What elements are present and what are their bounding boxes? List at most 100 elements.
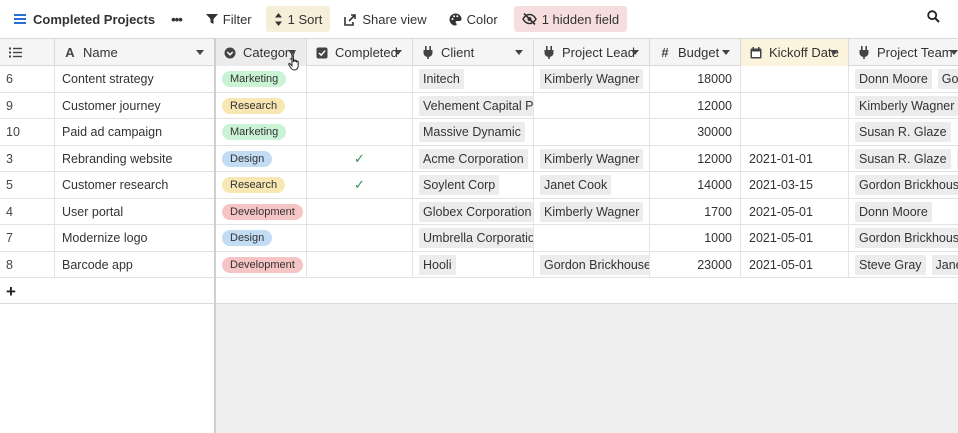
table-row[interactable]: 10 Paid ad campaign Marketing Massive Dynam… (0, 119, 958, 146)
search-button[interactable] (927, 10, 940, 26)
project-team-cell[interactable]: Steve GrayJanet C (849, 252, 958, 278)
client-link[interactable]: Hooli (419, 254, 456, 275)
kickoff-date-cell[interactable] (741, 66, 849, 92)
client-link[interactable]: Acme Corporation (419, 148, 528, 169)
budget-cell[interactable]: 30000 (650, 119, 741, 145)
view-switcher[interactable]: Completed Projects (0, 6, 163, 32)
project-lead-cell[interactable]: Kimberly Wagner (534, 145, 650, 172)
project-lead-cell[interactable]: Gordon Brickhouse (534, 251, 650, 278)
budget-cell[interactable]: 1700 (650, 198, 741, 225)
team-member-link[interactable]: Susan R. Glaze (855, 122, 951, 142)
column-header-budget[interactable]: # Budget (650, 39, 741, 66)
name-cell[interactable]: Content strategy (55, 66, 215, 92)
client-link[interactable]: Initech (419, 69, 464, 89)
client-link[interactable]: Vehement Capital Pa... (419, 95, 533, 116)
team-member-link[interactable]: Susan R. Glaze (855, 148, 951, 169)
name-cell[interactable]: Customer research (55, 172, 215, 198)
category-cell[interactable]: Research (215, 92, 307, 119)
chevron-down-icon[interactable] (515, 50, 523, 55)
client-cell[interactable]: Initech (413, 66, 534, 92)
filter-button[interactable]: Filter (198, 6, 260, 32)
column-header-id[interactable] (0, 39, 55, 66)
category-cell[interactable]: Marketing (215, 119, 307, 145)
name-cell[interactable]: Customer journey (55, 92, 215, 119)
client-cell[interactable]: Globex Corporation (413, 198, 534, 225)
hidden-fields-button[interactable]: 1 hidden field (513, 6, 628, 32)
project-lead-cell[interactable]: Kimberly Wagner (534, 198, 650, 225)
name-cell[interactable]: Paid ad campaign (55, 119, 215, 145)
completed-checkbox[interactable] (307, 225, 413, 251)
kickoff-date-cell[interactable]: 2021-01-01 (741, 145, 849, 172)
project-lead-link[interactable]: Kimberly Wagner (540, 69, 644, 89)
name-cell[interactable]: User portal (55, 198, 215, 225)
team-member-link[interactable]: Gord (937, 69, 958, 89)
sort-button[interactable]: 1 Sort (265, 6, 331, 32)
project-team-cell[interactable]: Donn MooreGord (849, 66, 958, 92)
completed-checkbox[interactable] (307, 119, 413, 145)
category-cell[interactable]: Research (215, 172, 307, 198)
add-row-button[interactable]: + (6, 282, 16, 302)
column-header-lead[interactable]: Project Lead (534, 39, 650, 66)
category-cell[interactable]: Design (215, 145, 307, 172)
client-cell[interactable]: Vehement Capital Pa... (413, 92, 534, 119)
completed-checkbox[interactable] (307, 92, 413, 119)
budget-cell[interactable]: 1000 (650, 225, 741, 251)
color-button[interactable]: Color (441, 6, 506, 32)
budget-cell[interactable]: 12000 (650, 145, 741, 172)
name-cell[interactable]: Modernize logo (55, 225, 215, 251)
team-member-link[interactable]: Gordon Brickhouse (855, 228, 958, 248)
kickoff-date-cell[interactable]: 2021-05-01 (741, 251, 849, 278)
completed-checkbox[interactable] (307, 198, 413, 225)
team-member-link[interactable]: Donn Moore (855, 201, 932, 222)
project-team-cell[interactable]: Gordon Brickhouse (849, 172, 958, 198)
completed-checkbox[interactable] (307, 66, 413, 92)
client-cell[interactable]: Hooli (413, 251, 534, 278)
column-header-kickoff[interactable]: Kickoff Date (741, 39, 849, 66)
kickoff-date-cell[interactable]: 2021-05-01 (741, 225, 849, 251)
table-row[interactable]: 7 Modernize logo Design Umbrella Corporatio… (0, 225, 958, 252)
budget-cell[interactable]: 23000 (650, 251, 741, 278)
name-cell[interactable]: Rebranding website (55, 145, 215, 172)
client-cell[interactable]: Acme Corporation (413, 145, 534, 172)
project-team-cell[interactable]: Susan R. GlazeGo (849, 146, 958, 172)
project-lead-link[interactable]: Gordon Brickhouse (540, 254, 649, 275)
project-lead-cell[interactable] (534, 119, 650, 145)
column-header-client[interactable]: Client (413, 39, 534, 66)
client-link[interactable]: Globex Corporation (419, 201, 533, 222)
completed-checkbox[interactable] (307, 251, 413, 278)
table-row[interactable]: 3 Rebranding website Design ✓ Acme Corporati… (0, 145, 958, 172)
project-lead-cell[interactable] (534, 92, 650, 119)
table-row[interactable]: 6 Content strategy Marketing Initech Kimberl… (0, 66, 958, 93)
completed-checkbox[interactable]: ✓ (307, 145, 413, 172)
kickoff-date-cell[interactable]: 2021-03-15 (741, 172, 849, 198)
team-member-link[interactable]: Kimberly Wagner (855, 95, 958, 116)
budget-cell[interactable]: 18000 (650, 66, 741, 92)
project-team-cell[interactable]: Gordon Brickhouse (849, 225, 958, 251)
project-lead-link[interactable]: Kimberly Wagner (540, 148, 644, 169)
column-header-team[interactable]: Project Team (849, 39, 958, 66)
team-member-link[interactable]: Gordon Brickhouse (855, 175, 958, 195)
share-view-button[interactable]: Share view (336, 6, 434, 32)
chevron-down-icon[interactable] (196, 50, 204, 55)
project-team-cell[interactable]: Susan R. Glaze (849, 119, 958, 145)
project-lead-cell[interactable]: Janet Cook (534, 172, 650, 198)
kickoff-date-cell[interactable] (741, 92, 849, 119)
chevron-down-icon[interactable] (950, 50, 958, 55)
kickoff-date-cell[interactable]: 2021-05-01 (741, 198, 849, 225)
team-member-link[interactable]: Steve Gray (855, 254, 926, 275)
client-cell[interactable]: Soylent Corp (413, 172, 534, 198)
table-row[interactable]: 4 User portal Development Globex Corporatio… (0, 198, 958, 225)
table-row[interactable]: 5 Customer research Research ✓ Soylent Corp J… (0, 172, 958, 199)
table-row[interactable]: 8 Barcode app Development Hooli Gordon Brick… (0, 251, 958, 278)
budget-cell[interactable]: 14000 (650, 172, 741, 198)
table-row[interactable]: 9 Customer journey Research Vehement Capita… (0, 92, 958, 119)
chevron-down-icon[interactable] (830, 50, 838, 55)
project-lead-link[interactable]: Janet Cook (540, 175, 612, 195)
name-cell[interactable]: Barcode app (55, 251, 215, 278)
client-link[interactable]: Soylent Corp (419, 175, 500, 195)
chevron-down-icon[interactable] (631, 50, 639, 55)
project-lead-link[interactable]: Kimberly Wagner (540, 201, 644, 222)
client-cell[interactable]: Umbrella Corporation (413, 225, 534, 251)
kickoff-date-cell[interactable] (741, 119, 849, 145)
client-cell[interactable]: Massive Dynamic (413, 119, 534, 145)
